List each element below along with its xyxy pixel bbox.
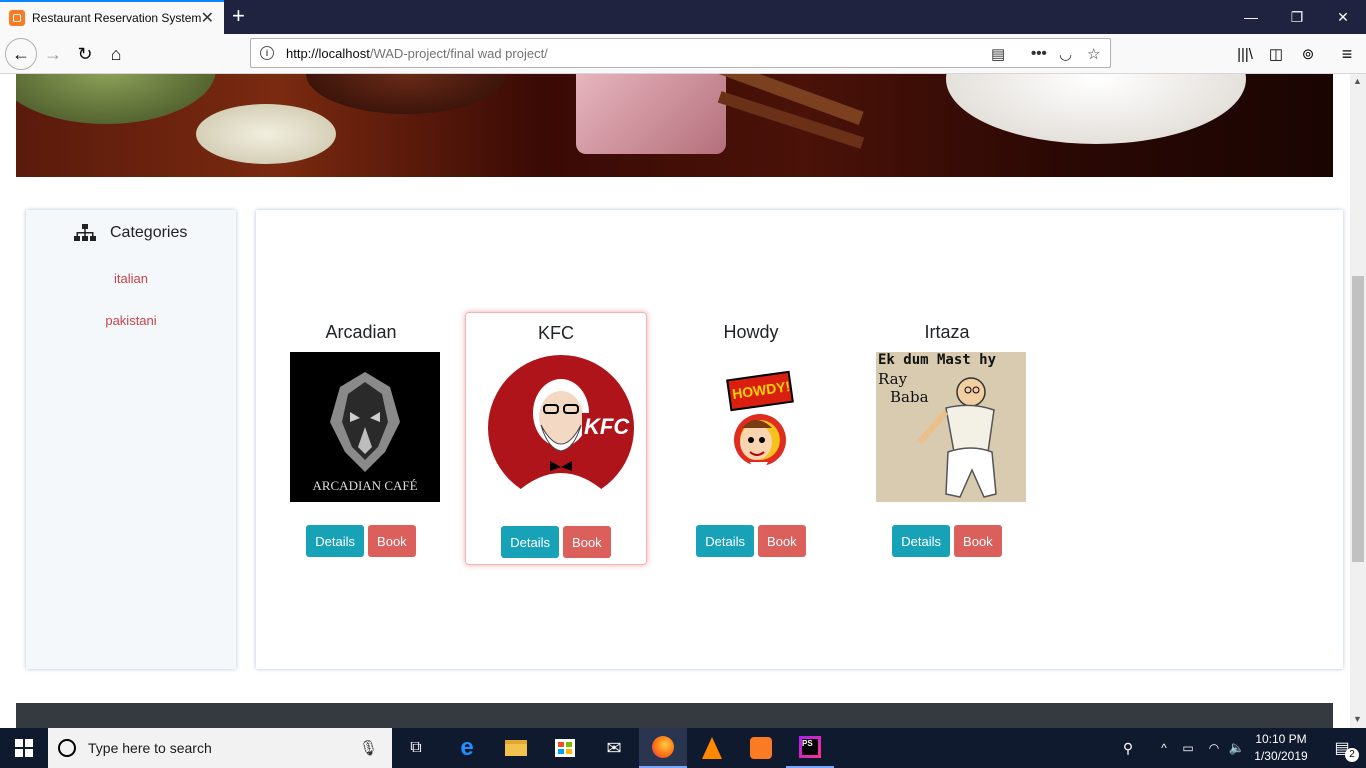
kfc-logo-image[interactable]: KFC: [486, 353, 636, 503]
browser-titlebar: Restaurant Reservation System ✕ + — ❐ ✕: [0, 0, 1366, 34]
menu-icon[interactable]: ≡: [1332, 39, 1362, 69]
browser-tab[interactable]: Restaurant Reservation System ✕: [0, 0, 224, 34]
page-footer: [16, 703, 1333, 728]
reader-view-icon[interactable]: ▤: [991, 45, 1005, 63]
restaurant-name: KFC: [538, 323, 574, 343]
sync-icon[interactable]: ⊚: [1293, 39, 1323, 69]
irtaza-logo-text-line1: Ek dum Mast hy: [878, 352, 997, 368]
phpstorm-icon[interactable]: PS: [786, 728, 834, 768]
xampp-favicon-icon: [9, 10, 25, 26]
clock-date: 1/30/2019: [1254, 749, 1308, 763]
battery-icon[interactable]: ▭: [1176, 728, 1200, 768]
arcadian-logo-image[interactable]: ARCADIAN CAFÉ: [290, 352, 440, 502]
home-icon[interactable]: ⌂: [101, 39, 131, 69]
irtaza-logo-image[interactable]: Ek dum Mast hy Ray Baba: [876, 352, 1026, 502]
close-tab-icon[interactable]: ✕: [201, 8, 214, 28]
restaurant-name: Arcadian: [325, 322, 397, 342]
restaurant-name: Howdy: [723, 322, 779, 342]
browser-navbar: ← → ↻ ⌂ i http://localhost/WAD-project/f…: [0, 34, 1366, 74]
people-icon[interactable]: ⚲: [1108, 728, 1148, 768]
notification-badge: 2: [1345, 748, 1359, 762]
irtaza-logo-text-line2: Ray: [878, 370, 908, 388]
book-button[interactable]: Book: [954, 525, 1002, 557]
details-button[interactable]: Details: [501, 526, 560, 558]
restaurant-card-kfc[interactable]: KFC KFC Details Book: [465, 312, 647, 565]
windows-start-icon[interactable]: [0, 728, 48, 768]
pocket-icon[interactable]: ◡: [1059, 45, 1072, 63]
scrollbar-thumb[interactable]: [1352, 276, 1364, 562]
library-icon[interactable]: |||\: [1230, 39, 1260, 69]
categories-sidebar: Categories italian pakistani: [26, 210, 236, 669]
sidebar-item-italian[interactable]: italian: [26, 271, 236, 286]
url-text: http://localhost/WAD-project/final wad p…: [286, 45, 548, 61]
details-button[interactable]: Details: [696, 525, 755, 557]
sidebar-toggle-icon[interactable]: ◫: [1261, 39, 1291, 69]
site-info-icon[interactable]: i: [260, 46, 274, 60]
details-button[interactable]: Details: [306, 525, 365, 557]
sitemap-icon: [74, 224, 96, 241]
header-banner-image: [16, 74, 1333, 177]
restaurants-panel: Arcadian ARCADIAN CAFÉ Details Book KFC: [256, 210, 1343, 669]
volume-icon[interactable]: 🔈: [1226, 728, 1248, 768]
page-scrollbar[interactable]: ▲ ▼: [1350, 74, 1366, 728]
book-button[interactable]: Book: [758, 525, 806, 557]
minimize-icon[interactable]: —: [1228, 0, 1274, 34]
taskbar-search-box[interactable]: Type here to search 🎙: [48, 728, 392, 768]
address-bar[interactable]: i http://localhost/WAD-project/final wad…: [250, 38, 1111, 68]
close-window-icon[interactable]: ✕: [1320, 0, 1366, 34]
task-view-icon[interactable]: ⧉: [392, 728, 440, 768]
wifi-icon[interactable]: ◠: [1202, 728, 1226, 768]
howdy-logo-image[interactable]: HOWDY!: [680, 352, 830, 502]
arcadian-logo-text: ARCADIAN CAFÉ: [312, 478, 418, 493]
reload-icon[interactable]: ↻: [70, 39, 100, 69]
action-center-icon[interactable]: ▤ 2: [1318, 728, 1366, 768]
scroll-down-icon[interactable]: ▼: [1353, 714, 1362, 724]
edge-browser-icon[interactable]: e: [443, 728, 491, 768]
restaurant-card-irtaza[interactable]: Irtaza Ek dum Mast hy Ray Baba Details B…: [856, 312, 1038, 565]
taskbar-clock[interactable]: 10:10 PM 1/30/2019: [1250, 731, 1312, 765]
vlc-icon[interactable]: [688, 728, 736, 768]
file-explorer-icon[interactable]: [492, 728, 540, 768]
book-button[interactable]: Book: [563, 526, 611, 558]
show-hidden-icons[interactable]: ^: [1152, 728, 1176, 768]
scroll-up-icon[interactable]: ▲: [1353, 76, 1362, 86]
xampp-icon[interactable]: [737, 728, 785, 768]
back-icon[interactable]: ←: [5, 38, 37, 70]
page-actions-icon[interactable]: •••: [1031, 45, 1047, 62]
restaurant-name: Irtaza: [924, 322, 970, 342]
details-button[interactable]: Details: [892, 525, 951, 557]
firefox-icon[interactable]: [639, 728, 687, 768]
sidebar-item-pakistani[interactable]: pakistani: [26, 313, 236, 328]
cortana-icon: [58, 739, 76, 757]
new-tab-icon[interactable]: +: [232, 4, 245, 28]
page-viewport: Categories italian pakistani Arcadian AR…: [0, 74, 1350, 728]
search-placeholder: Type here to search: [88, 740, 212, 756]
restaurant-card-howdy[interactable]: Howdy HOWDY! Details Book: [660, 312, 842, 565]
categories-title: Categories: [110, 224, 188, 241]
microphone-icon[interactable]: 🎙: [359, 739, 378, 757]
windows-taskbar: Type here to search 🎙 ⧉ e ✉ PS ⚲ ^ ▭ ◠ 🔈…: [0, 728, 1366, 768]
restore-icon[interactable]: ❐: [1274, 0, 1320, 34]
clock-time: 10:10 PM: [1255, 732, 1307, 746]
kfc-logo-text: KFC: [584, 414, 630, 439]
mail-icon[interactable]: ✉: [590, 728, 638, 768]
book-button[interactable]: Book: [368, 525, 416, 557]
forward-icon[interactable]: →: [38, 39, 68, 69]
store-icon[interactable]: [541, 728, 589, 768]
tab-title: Restaurant Reservation System: [32, 11, 202, 25]
restaurant-card-arcadian[interactable]: Arcadian ARCADIAN CAFÉ Details Book: [270, 312, 452, 565]
irtaza-logo-text-line3: Baba: [890, 388, 929, 406]
categories-heading: Categories: [74, 224, 187, 242]
bookmark-star-icon[interactable]: ☆: [1087, 45, 1100, 63]
